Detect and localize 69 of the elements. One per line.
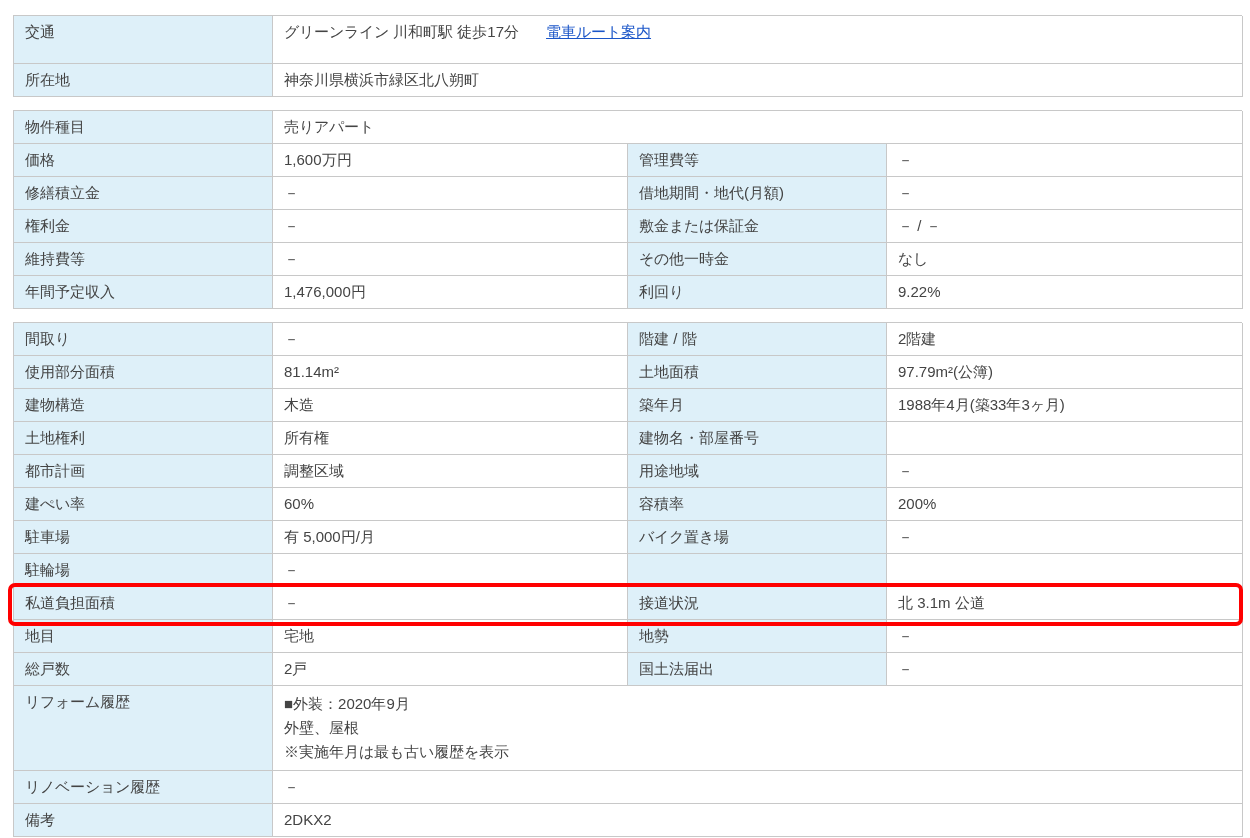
field-value: 売りアパート bbox=[273, 111, 1243, 144]
field-value: － bbox=[273, 177, 628, 210]
field-label: 国土法届出 bbox=[628, 653, 887, 686]
field-value: 神奈川県横浜市緑区北八朔町 bbox=[273, 64, 1243, 97]
field-label: 借地期間・地代(月額) bbox=[628, 177, 887, 210]
field-value: － bbox=[887, 177, 1243, 210]
field-value: 2戸 bbox=[273, 653, 628, 686]
field-label: リノベーション履歴 bbox=[14, 771, 273, 804]
field-label: 私道負担面積 bbox=[14, 587, 273, 620]
field-label: 所在地 bbox=[14, 64, 273, 97]
field-label: 物件種目 bbox=[14, 111, 273, 144]
field-value: 97.79m²(公簿) bbox=[887, 356, 1243, 389]
field-value: なし bbox=[887, 243, 1243, 276]
field-label: 建ぺい率 bbox=[14, 488, 273, 521]
field-value: 2階建 bbox=[887, 323, 1243, 356]
field-value: － bbox=[273, 771, 1243, 804]
field-label: 交通 bbox=[14, 16, 273, 64]
field-label: 管理費等 bbox=[628, 144, 887, 177]
field-value: 1988年4月(築33年3ヶ月) bbox=[887, 389, 1243, 422]
field-value: 200% bbox=[887, 488, 1243, 521]
field-value: グリーンライン 川和町駅 徒歩17分 bbox=[284, 22, 520, 42]
field-value: ■外装：2020年9月 bbox=[284, 694, 411, 714]
field-label: 階建 / 階 bbox=[628, 323, 887, 356]
field-value: 9.22% bbox=[887, 276, 1243, 309]
field-value: － bbox=[887, 653, 1243, 686]
route-link[interactable]: 電車ルート案内 bbox=[546, 22, 652, 42]
field-value: － / － bbox=[887, 210, 1243, 243]
field-label: 間取り bbox=[14, 323, 273, 356]
field-value: 調整区域 bbox=[273, 455, 628, 488]
field-label: 用途地域 bbox=[628, 455, 887, 488]
field-value: － bbox=[273, 587, 628, 620]
field-label: 修繕積立金 bbox=[14, 177, 273, 210]
field-value: 所有権 bbox=[273, 422, 628, 455]
field-label: バイク置き場 bbox=[628, 521, 887, 554]
field-value: 1,600万円 bbox=[273, 144, 628, 177]
field-label: 建物構造 bbox=[14, 389, 273, 422]
field-label: 駐車場 bbox=[14, 521, 273, 554]
field-value: 81.14m² bbox=[273, 356, 628, 389]
field-value: － bbox=[887, 455, 1243, 488]
field-label: 年間予定収入 bbox=[14, 276, 273, 309]
field-label: 土地面積 bbox=[628, 356, 887, 389]
field-value: － bbox=[887, 521, 1243, 554]
field-value: － bbox=[273, 243, 628, 276]
field-label: 敷金または保証金 bbox=[628, 210, 887, 243]
field-label: 容積率 bbox=[628, 488, 887, 521]
field-value: ※実施年月は最も古い履歴を表示 bbox=[284, 742, 510, 762]
field-value: 木造 bbox=[273, 389, 628, 422]
field-label: その他一時金 bbox=[628, 243, 887, 276]
field-value: 60% bbox=[273, 488, 628, 521]
field-label: 築年月 bbox=[628, 389, 887, 422]
field-label: 建物名・部屋番号 bbox=[628, 422, 887, 455]
field-label: 利回り bbox=[628, 276, 887, 309]
field-value: － bbox=[273, 323, 628, 356]
field-value: 1,476,000円 bbox=[273, 276, 628, 309]
field-label: 総戸数 bbox=[14, 653, 273, 686]
field-label: 土地権利 bbox=[14, 422, 273, 455]
field-value: － bbox=[887, 144, 1243, 177]
field-label: リフォーム履歴 bbox=[14, 686, 273, 771]
field-value: 外壁、屋根 bbox=[284, 718, 360, 738]
field-label: 備考 bbox=[14, 804, 273, 837]
field-label: 権利金 bbox=[14, 210, 273, 243]
field-value: 有 5,000円/月 bbox=[273, 521, 628, 554]
field-label: 接道状況 bbox=[628, 587, 887, 620]
field-value: － bbox=[273, 210, 628, 243]
field-label: 価格 bbox=[14, 144, 273, 177]
field-label: 都市計画 bbox=[14, 455, 273, 488]
field-value: 2DKX2 bbox=[273, 804, 1243, 837]
field-label: 使用部分面積 bbox=[14, 356, 273, 389]
field-label: 維持費等 bbox=[14, 243, 273, 276]
